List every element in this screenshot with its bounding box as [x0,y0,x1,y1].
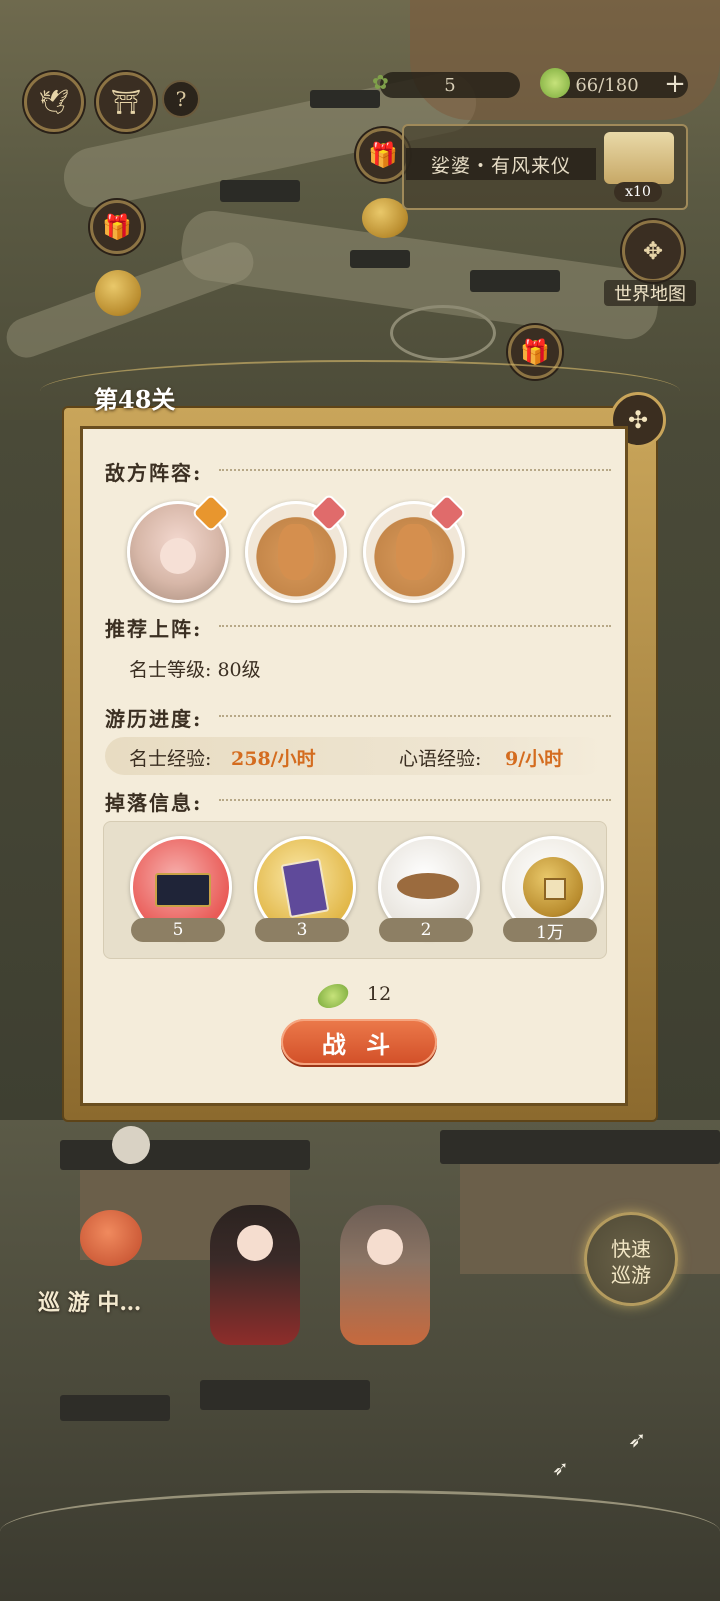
grass-icon: ✿ [372,70,389,94]
coin-hole [544,878,566,900]
drops-panel: 5 3 2 1万 [103,821,607,959]
bird-icon [112,1126,150,1164]
help-icon: ? [175,87,187,111]
map-ring [390,305,496,361]
heart-exp-label: 心语经验: [399,748,482,770]
back-button[interactable]: 🕊 [24,72,84,132]
add-energy-button[interactable]: + [662,70,688,98]
exp-value: 258/小时 [231,748,316,770]
map-building [220,180,300,202]
map-palace [410,0,720,120]
stamina-value: 5 [444,74,456,96]
help-button[interactable]: ? [162,80,200,118]
map-building [310,90,380,108]
character-face [237,1225,273,1261]
lantern-fish-icon [80,1210,142,1266]
event-reward-icon [604,132,674,184]
gift-icon: 🎁 [368,141,398,169]
map-node-coin[interactable] [95,270,141,316]
enemy-lineup-label: 敌方阵容: [105,461,203,485]
event-multiplier: x10 [614,182,662,202]
touring-status: 巡 游 中… [38,1290,142,1316]
drops-label: 掉落信息: [105,791,203,815]
map-building [350,250,410,268]
world-map-label: 世界地图 [604,280,696,306]
book-icon [280,857,330,919]
character-sprite-2[interactable] [340,1205,430,1345]
divider [219,625,611,627]
event-banner[interactable]: 娑婆・有风来仪 x10 [402,124,688,210]
leaf-icon [313,979,353,1013]
exp-label: 名士经验: [129,748,212,770]
progress-row: 名士经验: 258/小时 心语经验: 9/小时 [105,737,605,775]
quick-tour-button[interactable]: 快速 巡游 [584,1212,678,1306]
drop-count: 5 [131,918,225,942]
level-title: 第48关 [94,385,176,414]
quick-tour-label-line1: 快速 [611,1237,651,1261]
character-face [367,1229,403,1265]
girl-face [160,538,196,574]
event-title: 娑婆・有风来仪 [406,148,596,180]
level-requirement-label: 名士等级: [129,659,212,681]
battle-cost: 12 [367,983,392,1005]
level-requirement: 名士等级: 80级 [129,655,261,682]
gift-icon: 🎁 [102,213,132,241]
map-node-gift[interactable]: 🎁 [90,200,144,254]
divider [219,715,611,717]
town-roof [200,1380,370,1410]
town-roof [60,1140,310,1170]
pavilion-icon: ⛩ [110,88,142,116]
mist-ribbon [0,1490,720,1573]
gift-icon: 🎁 [520,338,550,366]
character-sprite-1[interactable] [210,1205,300,1345]
energy-value: 66/180 [575,74,639,96]
pavilion-button[interactable]: ⛩ [96,72,156,132]
coin-icon [523,857,583,917]
leaf-icon [540,68,570,98]
bird-icon: ➶ [628,1428,647,1453]
deer-face [396,524,432,580]
plus-icon: + [664,69,686,99]
progress-label: 游历进度: [105,707,203,731]
battle-button[interactable]: 战 斗 [281,1019,437,1065]
deer-face [278,524,314,580]
close-icon: ✣ [627,406,649,434]
quick-tour-label-line2: 巡游 [611,1263,651,1287]
map-building [470,270,560,292]
divider [219,469,611,471]
phoenix-icon: 🕊 [38,88,70,116]
stamina-bar: 5 [380,72,520,98]
recommend-label: 推荐上阵: [105,617,203,641]
town-roof [440,1130,720,1164]
drop-count: 1万 [503,918,597,943]
bird-icon: ➶ [552,1456,569,1480]
divider [219,799,611,801]
world-map-button[interactable]: ✥ [622,220,684,282]
level-requirement-value: 80级 [217,659,261,681]
level-dialog: 敌方阵容: 推荐上阵: 名士等级: 80级 游历进度: 名士经验: 258/小时… [80,426,628,1106]
drop-count: 3 [255,918,349,942]
drop-count: 2 [379,918,473,942]
chest-icon [155,873,211,907]
plate-icon [397,873,459,899]
town-roof [60,1395,170,1421]
compass-icon: ✥ [642,237,664,265]
heart-exp-value: 9/小时 [505,748,564,770]
